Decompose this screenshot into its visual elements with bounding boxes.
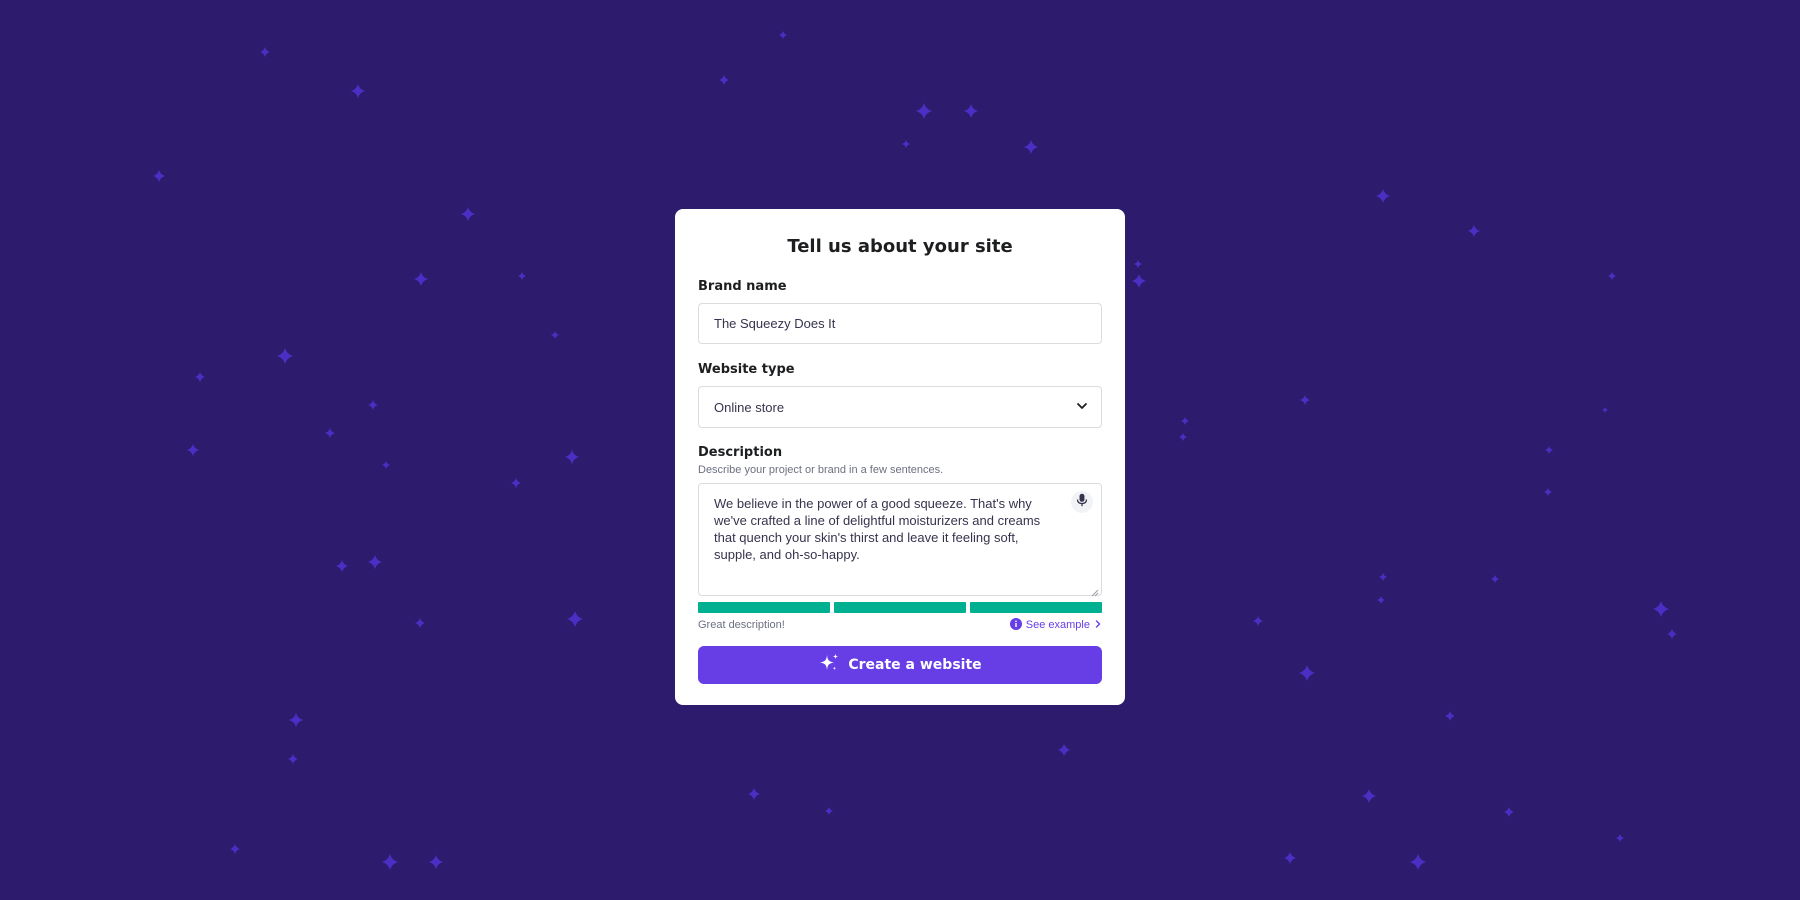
star-decoration (511, 478, 521, 488)
star-decoration (187, 444, 199, 456)
star-decoration (1608, 272, 1616, 280)
sparkles-icon (818, 653, 840, 677)
star-decoration (779, 31, 787, 39)
star-decoration (964, 104, 978, 118)
star-decoration (1491, 575, 1499, 583)
star-decoration (565, 450, 579, 464)
star-decoration (382, 461, 390, 469)
star-decoration (1616, 834, 1624, 842)
info-icon (1009, 617, 1022, 633)
star-decoration (1468, 225, 1480, 237)
description-hint: Describe your project or brand in a few … (698, 464, 944, 476)
see-example-label: See example (1025, 619, 1090, 631)
star-decoration (195, 372, 205, 382)
star-decoration (825, 807, 833, 815)
star-decoration (518, 272, 526, 280)
star-decoration (719, 75, 729, 85)
star-decoration (277, 348, 293, 364)
chevron-right-icon (1094, 619, 1102, 632)
star-decoration (551, 331, 559, 339)
star-decoration (1134, 260, 1142, 268)
star-decoration (1253, 616, 1263, 626)
star-decoration (1179, 433, 1187, 441)
brand-name-label: Brand name (698, 279, 787, 294)
form-title: Tell us about your site (787, 236, 1013, 257)
brand-name-value: The Squeezy Does It (714, 316, 836, 331)
description-quality-meter (698, 602, 1102, 613)
star-decoration (1504, 807, 1514, 817)
star-decoration (1284, 852, 1296, 864)
resize-handle[interactable] (1090, 584, 1099, 597)
star-decoration (1667, 629, 1677, 639)
star-decoration (415, 618, 425, 628)
star-decoration (567, 611, 583, 627)
star-decoration (1132, 274, 1146, 288)
voice-input-button[interactable] (1071, 491, 1093, 513)
star-decoration (1602, 407, 1608, 413)
star-decoration (230, 844, 240, 854)
star-decoration (1653, 601, 1669, 617)
star-decoration (1544, 488, 1552, 496)
description-label: Description (698, 445, 783, 460)
star-decoration (382, 854, 398, 870)
chevron-down-icon (1075, 399, 1089, 416)
star-decoration (368, 400, 378, 410)
star-decoration (916, 103, 932, 119)
quality-feedback-row: Great description! See example (698, 617, 1102, 633)
create-website-button[interactable]: Create a website (698, 646, 1102, 684)
quality-segment (834, 602, 966, 613)
brand-name-input[interactable]: The Squeezy Does It (698, 303, 1102, 344)
star-decoration (153, 170, 165, 182)
star-decoration (289, 713, 303, 727)
create-website-label: Create a website (848, 657, 982, 673)
star-decoration (1410, 854, 1426, 870)
star-decoration (429, 855, 443, 869)
website-type-value: Online store (714, 399, 785, 415)
site-setup-card: Tell us about your site Brand name The S… (675, 209, 1125, 705)
star-decoration (288, 754, 298, 764)
quality-segment (970, 602, 1102, 613)
star-decoration (1362, 789, 1376, 803)
star-decoration (325, 428, 335, 438)
website-type-select[interactable]: Online store (698, 386, 1102, 428)
star-decoration (1445, 711, 1455, 721)
star-decoration (1060, 745, 1070, 755)
star-decoration (461, 207, 475, 221)
star-decoration (1300, 395, 1310, 405)
see-example-link[interactable]: See example (1009, 617, 1102, 633)
star-decoration (414, 272, 428, 286)
star-decoration (351, 84, 365, 98)
star-decoration (1377, 596, 1385, 604)
star-decoration (1024, 140, 1038, 154)
description-textarea[interactable]: We believe in the power of a good squeez… (698, 483, 1102, 597)
microphone-icon (1076, 493, 1088, 511)
star-decoration (902, 140, 910, 148)
star-decoration (1379, 573, 1387, 581)
star-decoration (1376, 189, 1390, 203)
quality-segment (698, 602, 830, 613)
star-decoration (260, 47, 270, 57)
star-decoration (1545, 446, 1553, 454)
star-decoration (1299, 665, 1315, 681)
star-decoration (368, 555, 382, 569)
star-decoration (748, 788, 760, 800)
star-decoration (1181, 417, 1189, 425)
website-type-label: Website type (698, 362, 795, 377)
star-decoration (336, 560, 348, 572)
quality-message: Great description! (698, 619, 785, 631)
description-value: We believe in the power of a good squeez… (714, 496, 1041, 562)
